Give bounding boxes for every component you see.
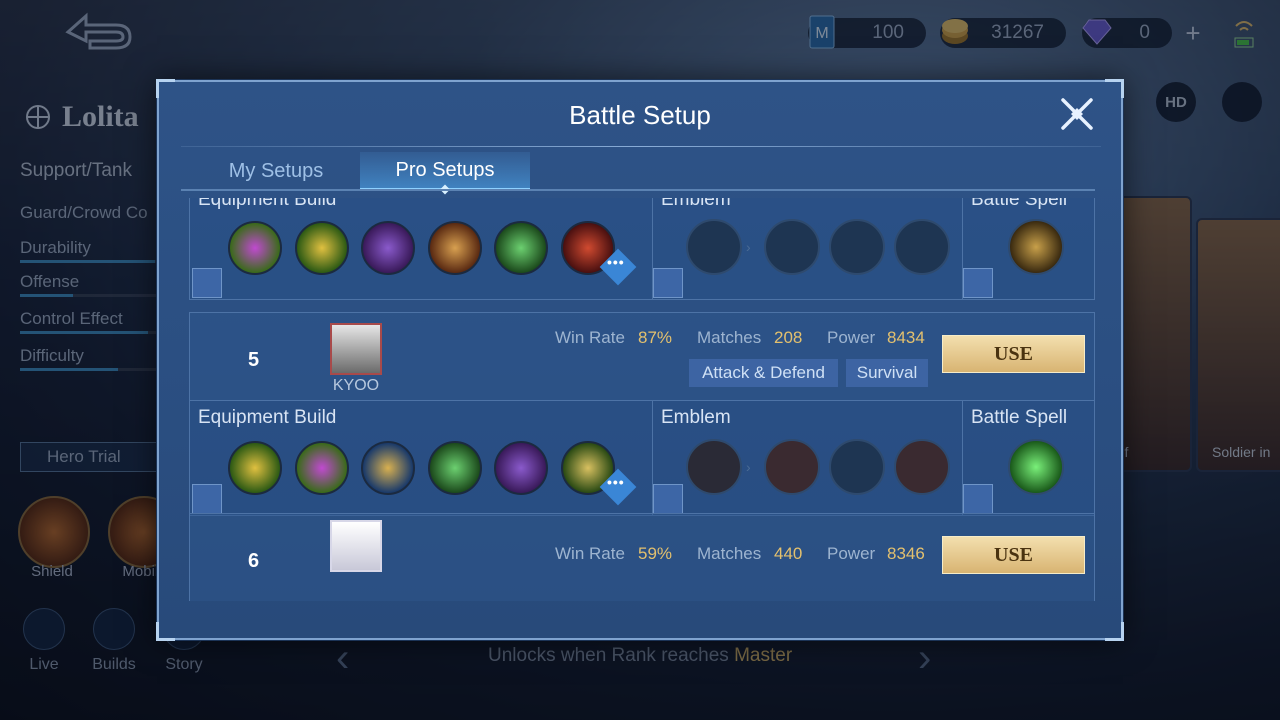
emblem-talent-1-icon[interactable]	[764, 439, 820, 495]
battle-setup-dialog: Battle Setup My Setups Pro Setups Equipm…	[156, 79, 1124, 641]
tag-attack-defend: Attack & Defend	[689, 359, 838, 387]
tabs-divider	[181, 189, 1095, 191]
setup-rank: 5	[248, 349, 260, 371]
emblem-main-icon[interactable]	[686, 219, 742, 275]
matches-value: 208	[774, 328, 803, 347]
magic-item-icon[interactable]	[228, 441, 282, 495]
more-dots-icon: •••	[607, 474, 625, 490]
pro-setup-row: 6 Win Rate 59% Matches 440 Power 8346 US…	[189, 513, 1095, 601]
corner-ornament	[1105, 79, 1124, 98]
power-label: Power	[827, 328, 876, 347]
armor-item-icon[interactable]	[361, 221, 415, 275]
win-rate-value: 87%	[638, 328, 673, 347]
use-setup-button[interactable]: USE	[942, 335, 1085, 373]
battle-spell-icon[interactable]	[1008, 439, 1064, 495]
boots-item-icon[interactable]	[228, 221, 282, 275]
emblem-talent-3-icon[interactable]	[894, 439, 950, 495]
copy-emblem-icon[interactable]	[653, 484, 683, 514]
win-rate-label: Win Rate	[555, 328, 625, 347]
player-avatar[interactable]	[330, 520, 382, 572]
build-detail-block: Equipment Build Emblem Battle Spell ••• …	[189, 400, 1095, 516]
copy-spell-icon[interactable]	[963, 268, 993, 298]
more-dots-icon: •••	[607, 254, 625, 270]
corner-ornament	[1105, 622, 1124, 641]
emblem-talent-3-icon[interactable]	[894, 219, 950, 275]
tab-pro-setups-label: Pro Setups	[395, 158, 495, 181]
copy-equipment-icon[interactable]	[192, 484, 222, 514]
tag-survival: Survival	[846, 359, 928, 387]
title-divider	[181, 146, 1101, 147]
tab-my-setups[interactable]: My Setups	[191, 152, 361, 190]
corner-ornament	[156, 79, 175, 98]
emblem-talent-2-icon[interactable]	[829, 439, 885, 495]
battle-spell-label: Battle Spell	[971, 198, 1068, 210]
use-setup-button[interactable]: USE	[942, 536, 1085, 574]
player-avatar[interactable]	[330, 323, 382, 375]
magic-item-icon[interactable]	[295, 221, 349, 275]
power-label: Power	[827, 544, 876, 563]
pro-setups-list[interactable]: Equipment Build Emblem Battle Spell ••• …	[189, 198, 1095, 602]
armor-item-icon[interactable]	[361, 441, 415, 495]
equipment-build-label: Equipment Build	[198, 198, 337, 210]
equipment-build-label: Equipment Build	[198, 407, 337, 428]
close-icon[interactable]	[1059, 96, 1095, 132]
power-value: 8346	[887, 544, 925, 563]
emblem-label: Emblem	[661, 407, 731, 428]
oracle-item-icon[interactable]	[428, 441, 482, 495]
dialog-title: Battle Setup	[569, 100, 711, 130]
corner-ornament	[156, 622, 175, 641]
matches-value: 440	[774, 544, 803, 563]
shield-item-icon[interactable]	[428, 221, 482, 275]
pro-setup-row: 5 KYOO Win Rate 87% Matches 208 Power 84…	[189, 312, 1095, 400]
emblem-label: Emblem	[661, 198, 731, 210]
matches-label: Matches	[697, 328, 762, 347]
boots-item-icon[interactable]	[295, 441, 349, 495]
tab-pro-setups[interactable]: Pro Setups	[360, 152, 530, 195]
copy-emblem-icon[interactable]	[653, 268, 683, 298]
matches-label: Matches	[697, 544, 762, 563]
armor-item-icon[interactable]	[494, 441, 548, 495]
power-value: 8434	[887, 328, 925, 347]
emblem-talent-2-icon[interactable]	[829, 219, 885, 275]
win-rate-label: Win Rate	[555, 544, 625, 563]
oracle-item-icon[interactable]	[494, 221, 548, 275]
emblem-arrow-icon: ›	[746, 239, 751, 255]
emblem-arrow-icon: ›	[746, 459, 751, 475]
setup-rank: 6	[248, 550, 260, 572]
build-detail-block: Equipment Build Emblem Battle Spell ••• …	[189, 198, 1095, 300]
emblem-main-icon[interactable]	[686, 439, 742, 495]
copy-spell-icon[interactable]	[963, 484, 993, 514]
player-name: KYOO	[332, 377, 380, 394]
battle-spell-label: Battle Spell	[971, 407, 1068, 428]
win-rate-value: 59%	[638, 544, 673, 563]
battle-spell-icon[interactable]	[1008, 219, 1064, 275]
copy-equipment-icon[interactable]	[192, 268, 222, 298]
emblem-talent-1-icon[interactable]	[764, 219, 820, 275]
